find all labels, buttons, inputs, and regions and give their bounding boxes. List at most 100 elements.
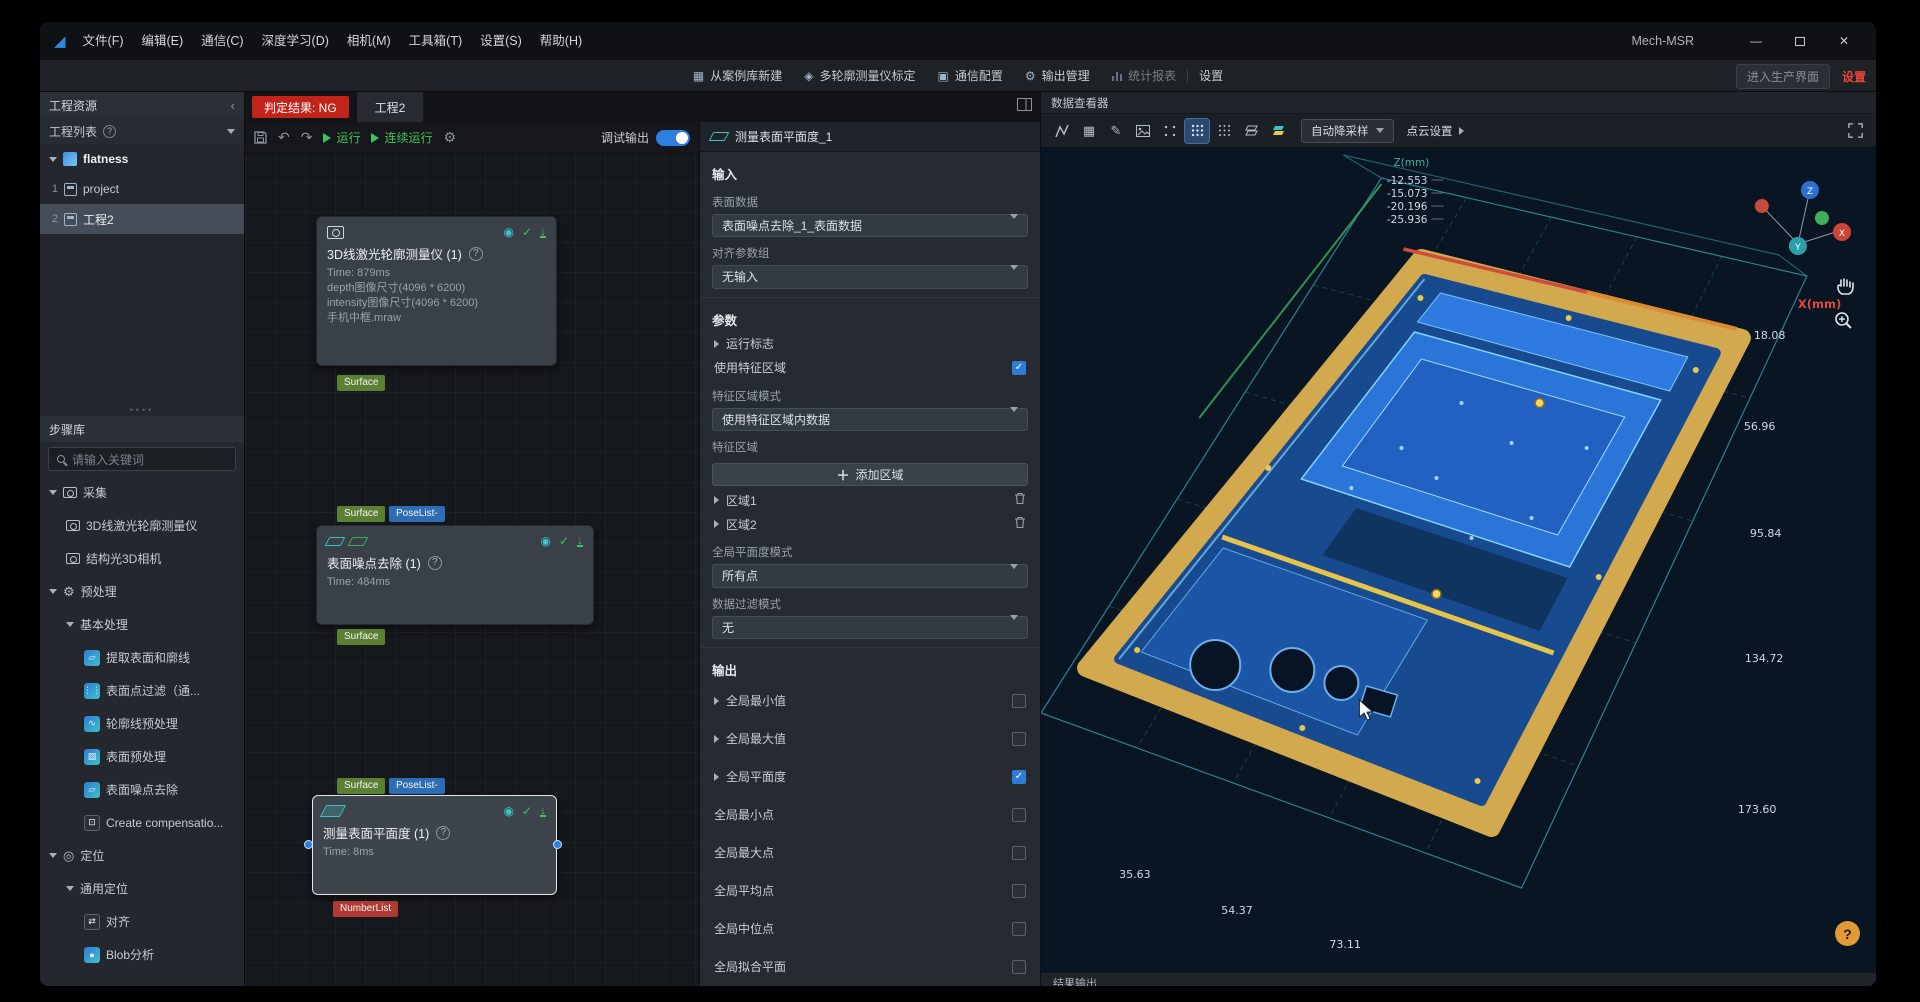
step-category-locate[interactable]: ◎定位 (40, 839, 244, 872)
node-measure-flatness[interactable]: ◉ ✓ ↓ 测量表面平面度 (1)? Time: 8ms (312, 795, 557, 895)
use-feature-region-row[interactable]: 使用特征区域✓ (700, 356, 1040, 380)
port-surface-in[interactable]: Surface (337, 778, 385, 794)
pointcloud-scene[interactable]: Z(mm) -12.553 -15.073 -20.196 -25.936 18… (1041, 148, 1876, 972)
checkbox[interactable] (1012, 884, 1026, 898)
settings-red-button[interactable]: 设置 (1842, 68, 1866, 85)
chevron-up-icon[interactable] (227, 129, 235, 134)
eye-icon[interactable]: ◉ (503, 804, 513, 818)
menu-deep-learning[interactable]: 深度学习(D) (253, 22, 338, 60)
node-input-port[interactable] (304, 840, 313, 849)
output-global-max-point[interactable]: 全局最大点 (700, 834, 1040, 872)
checkbox[interactable] (1012, 694, 1026, 708)
menu-help[interactable]: 帮助(H) (531, 22, 591, 60)
cloud-settings-button[interactable]: 点云设置 (1407, 123, 1464, 139)
output-global-min-value[interactable]: 全局最小值 (700, 682, 1040, 720)
checkbox[interactable] (1012, 732, 1026, 746)
save-icon[interactable] (254, 131, 267, 144)
trash-icon[interactable] (1014, 516, 1026, 532)
help-icon[interactable]: ? (428, 556, 442, 570)
step-item[interactable]: ●Blob分析 (40, 938, 244, 971)
node-profiler[interactable]: ◉ ✓ ↓ 3D线激光轮廓测量仪 (1)? Time: 879ms depth图… (316, 216, 557, 366)
checkbox[interactable] (1012, 846, 1026, 860)
filter-mode-select[interactable]: 无 (712, 616, 1028, 639)
step-group-basic[interactable]: 基本处理 (40, 608, 244, 641)
project-root-item[interactable]: flatness (40, 144, 244, 174)
feature-region-mode-select[interactable]: 使用特征区域内数据 (712, 408, 1028, 431)
step-item[interactable]: ∿轮廓线预处理 (40, 707, 244, 740)
port-surface-in[interactable]: Surface (337, 506, 385, 522)
help-button[interactable]: ? (1835, 921, 1860, 946)
output-global-flatness[interactable]: 全局平面度✓ (700, 758, 1040, 796)
new-from-case-button[interactable]: ▦从案例库新建 (682, 60, 793, 92)
expand-icon[interactable] (1843, 119, 1867, 143)
port-poselist-in[interactable]: PoseList- (389, 778, 445, 794)
surface-data-select[interactable]: 表面噪点去除_1_表面数据 (712, 214, 1028, 237)
step-item[interactable]: ⇄对齐 (40, 905, 244, 938)
flatness-mode-select[interactable]: 所有点 (712, 564, 1028, 587)
run-flag-row[interactable]: 运行标志 (700, 332, 1040, 356)
histogram-icon[interactable] (1050, 119, 1074, 143)
menu-camera[interactable]: 相机(M) (338, 22, 400, 60)
eye-icon[interactable]: ◉ (540, 534, 550, 548)
flow-canvas[interactable]: ↶ ↷ 运行 连续运行 ⚙ 调试输出 (245, 122, 700, 986)
run-button[interactable]: 运行 (323, 129, 360, 146)
gizmo-neg-x-sphere[interactable] (1755, 199, 1769, 213)
help-icon[interactable]: ? (103, 125, 116, 138)
menu-file[interactable]: 文件(F) (74, 22, 133, 60)
step-item[interactable]: ▱表面噪点去除 (40, 773, 244, 806)
layers-icon[interactable] (1239, 119, 1263, 143)
step-search-box[interactable]: 请输入关键词 (48, 447, 236, 471)
toolbar-settings-button[interactable]: 设置 (1188, 60, 1234, 92)
maximize-button[interactable] (1778, 22, 1822, 60)
port-poselist-in[interactable]: PoseList- (389, 506, 445, 522)
output-global-max-value[interactable]: 全局最大值 (700, 720, 1040, 758)
menu-edit[interactable]: 编辑(E) (133, 22, 193, 60)
measure-marker[interactable] (1535, 399, 1544, 408)
step-category-acquire[interactable]: 采集 (40, 476, 244, 509)
points-dense-icon[interactable] (1212, 119, 1236, 143)
step-item[interactable]: ▱提取表面和廓线 (40, 641, 244, 674)
step-item[interactable]: ⊡Create compensatio... (40, 806, 244, 839)
image-icon[interactable] (1131, 119, 1155, 143)
output-global-mean-point[interactable]: 全局平均点 (700, 872, 1040, 910)
layout-icon[interactable] (1017, 98, 1032, 116)
output-global-min-point[interactable]: 全局最小点 (700, 796, 1040, 834)
menu-settings[interactable]: 设置(S) (471, 22, 531, 60)
download-icon[interactable]: ↓ (577, 535, 583, 547)
flow-settings-gear-icon[interactable]: ⚙ (444, 129, 457, 146)
menu-communication[interactable]: 通信(C) (192, 22, 252, 60)
output-global-median-point[interactable]: 全局中位点 (700, 910, 1040, 948)
step-group-general-locate[interactable]: 通用定位 (40, 872, 244, 905)
validate-icon[interactable]: ✓ (559, 534, 569, 548)
undo-icon[interactable]: ↶ (278, 129, 290, 146)
stats-report-button[interactable]: 统计报表 (1101, 60, 1188, 92)
enter-production-button[interactable]: 进入生产界面 (1736, 64, 1830, 89)
comm-config-button[interactable]: ▣通信配置 (926, 60, 1013, 92)
port-numberlist-out[interactable]: NumberList (333, 901, 398, 917)
checkbox[interactable]: ✓ (1012, 770, 1026, 784)
node-output-port[interactable] (553, 840, 562, 849)
output-management-button[interactable]: ⚙输出管理 (1014, 60, 1101, 92)
panel-splitter[interactable]: •••• (40, 404, 244, 416)
help-icon[interactable]: ? (436, 826, 450, 840)
menu-toolbox[interactable]: 工具箱(T) (400, 22, 471, 60)
add-region-button[interactable]: ＋添加区域 (712, 463, 1028, 486)
color-layers-icon[interactable] (1266, 119, 1290, 143)
points-sparse-icon[interactable] (1158, 119, 1182, 143)
gizmo-y-axis-sphere[interactable] (1815, 211, 1829, 225)
trash-icon[interactable] (1014, 492, 1026, 508)
result-output-bar[interactable]: 结果输出 (1041, 972, 1876, 986)
step-item[interactable]: 结构光3D相机 (40, 542, 244, 575)
use-feature-region-checkbox[interactable]: ✓ (1012, 361, 1026, 375)
downsample-dropdown[interactable]: 自动降采样 (1301, 119, 1394, 143)
minimize-button[interactable]: — (1734, 22, 1778, 60)
annotate-icon[interactable]: ✎ (1104, 119, 1128, 143)
align-group-select[interactable]: 无输入 (712, 265, 1028, 288)
step-item[interactable]: ⋮⋮表面点过滤（通... (40, 674, 244, 707)
download-icon[interactable]: ↓ (540, 226, 546, 238)
step-item[interactable]: 3D线激光轮廓测量仪 (40, 509, 244, 542)
project-item-2-selected[interactable]: 2 工程2 (40, 204, 244, 234)
tab-project2[interactable]: 工程2 (357, 92, 424, 122)
run-continuous-button[interactable]: 连续运行 (371, 129, 432, 146)
step-category-preprocess[interactable]: ⚙预处理 (40, 575, 244, 608)
